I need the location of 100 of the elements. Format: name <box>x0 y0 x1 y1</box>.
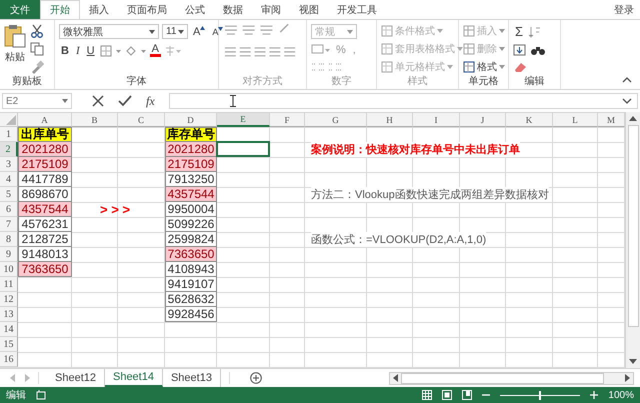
row-header[interactable]: 7 <box>0 217 18 232</box>
column-header[interactable]: G <box>305 113 367 127</box>
vertical-scrollbar[interactable] <box>625 112 640 368</box>
font-name-field[interactable]: 微软雅黑 <box>59 24 159 39</box>
ribbon-tab[interactable]: 数据 <box>214 0 252 19</box>
check-icon[interactable] <box>118 95 132 107</box>
row-header[interactable]: 1 <box>0 127 18 142</box>
caret-icon <box>347 30 353 34</box>
macro-recording-icon[interactable] <box>36 390 46 400</box>
row-header[interactable]: 11 <box>0 277 18 292</box>
fill-down-icon[interactable] <box>513 44 527 56</box>
row-header[interactable]: 10 <box>0 262 18 277</box>
font-size-field[interactable]: 11 <box>162 24 188 39</box>
caret-icon <box>499 47 505 51</box>
column-header[interactable]: A <box>18 113 72 127</box>
row-header[interactable]: 2 <box>0 142 18 157</box>
page-layout-icon[interactable] <box>442 390 452 400</box>
order-number-cell: 4417789 <box>18 172 72 187</box>
ribbon-tab[interactable]: 审阅 <box>252 0 290 19</box>
italic-button[interactable]: I <box>74 44 82 56</box>
binoculars-icon[interactable] <box>530 44 546 56</box>
ribbon-tab[interactable]: 开发工具 <box>328 0 386 19</box>
scroll-thumb[interactable] <box>401 372 604 384</box>
paste-button[interactable]: 粘贴 <box>4 22 26 66</box>
sign-in-link[interactable]: 登录 <box>614 2 640 16</box>
scroll-thumb[interactable] <box>628 125 638 327</box>
brush-icon[interactable] <box>30 60 44 74</box>
column-header[interactable]: K <box>506 113 553 127</box>
collapse-ribbon-icon[interactable] <box>622 77 632 83</box>
underline-button[interactable]: U <box>84 44 97 56</box>
arrow-text: > > > <box>100 202 130 217</box>
sheet-tab[interactable]: Sheet14 <box>104 369 163 387</box>
insert-function-button[interactable]: fx <box>146 94 155 108</box>
column-header[interactable]: D <box>165 113 217 127</box>
font-color-button[interactable]: A <box>150 44 161 57</box>
normal-view-icon[interactable] <box>422 390 432 400</box>
column-header[interactable]: C <box>118 113 165 127</box>
shrink-font-button[interactable]: A <box>210 26 226 36</box>
scroll-left-icon[interactable] <box>393 374 398 382</box>
border-icon[interactable] <box>100 44 122 56</box>
ribbon-tab[interactable]: 公式 <box>176 0 214 19</box>
scroll-up-icon[interactable] <box>629 116 637 121</box>
order-number-cell: 2175109 <box>165 157 217 172</box>
autosum-button[interactable]: Σ <box>513 24 526 39</box>
table-icon <box>381 43 393 55</box>
cell-command[interactable]: 格式 <box>463 60 505 74</box>
ribbon-tab[interactable]: 开始 <box>40 0 80 19</box>
add-sheet-icon[interactable] <box>250 372 262 384</box>
formula-input[interactable] <box>168 93 638 109</box>
row-header[interactable]: 8 <box>0 232 18 247</box>
row-header[interactable]: 13 <box>0 307 18 322</box>
row-header[interactable]: 14 <box>0 322 18 337</box>
page-break-icon[interactable] <box>462 390 472 400</box>
column-header[interactable]: E <box>217 113 270 127</box>
order-number-cell: 9148013 <box>18 247 72 262</box>
status-mode: 编辑 <box>6 388 26 402</box>
row-header[interactable]: 9 <box>0 247 18 262</box>
fill-bucket-icon[interactable] <box>124 44 147 56</box>
horizontal-scrollbar[interactable] <box>389 372 634 384</box>
ribbon-tab[interactable]: 页面布局 <box>118 0 176 19</box>
column-header[interactable]: I <box>413 113 460 127</box>
copy-icon[interactable] <box>30 42 46 56</box>
row-header[interactable]: 12 <box>0 292 18 307</box>
ribbon-tab[interactable]: 视图 <box>290 0 328 19</box>
row-header[interactable]: 5 <box>0 187 18 202</box>
row-header[interactable]: 16 <box>0 352 18 367</box>
name-box[interactable]: E2 <box>2 93 72 109</box>
caret-icon <box>457 47 463 51</box>
row-header[interactable]: 6 <box>0 202 18 217</box>
scissors-icon[interactable] <box>30 24 44 38</box>
order-number-cell: 5099226 <box>165 217 217 232</box>
eraser-icon[interactable] <box>513 61 529 73</box>
row-header[interactable]: 3 <box>0 157 18 172</box>
zoom-slider-thumb[interactable] <box>539 390 542 400</box>
column-header[interactable]: L <box>553 113 598 127</box>
row-header[interactable]: 4 <box>0 172 18 187</box>
scroll-down-icon[interactable] <box>629 359 637 364</box>
caret-icon <box>437 29 443 33</box>
caret-icon <box>178 30 184 34</box>
column-header[interactable]: H <box>367 113 413 127</box>
grow-font-button[interactable]: A <box>191 26 208 38</box>
zoom-in-icon[interactable] <box>590 391 598 399</box>
order-number-cell: 2021280 <box>18 142 72 157</box>
group-label: 对齐方式 <box>242 74 284 89</box>
expand-icon[interactable] <box>622 98 632 104</box>
cancel-icon[interactable] <box>92 95 104 107</box>
order-number-cell: 4576231 <box>18 217 72 232</box>
column-header[interactable]: M <box>598 113 625 127</box>
column-header[interactable]: J <box>460 113 506 127</box>
column-title: 库存单号 <box>165 127 217 142</box>
scroll-right-icon[interactable] <box>625 374 630 382</box>
bold-button[interactable]: B <box>59 44 71 56</box>
active-cell[interactable] <box>216 141 270 157</box>
zoom-level[interactable]: 100% <box>608 390 634 400</box>
file-tab[interactable]: 文件 <box>0 0 40 19</box>
column-header[interactable]: B <box>72 113 118 127</box>
ribbon-tab[interactable]: 插入 <box>80 0 118 19</box>
order-number-cell: 5628632 <box>165 292 217 307</box>
column-header[interactable]: F <box>270 113 305 127</box>
row-header[interactable]: 15 <box>0 337 18 352</box>
